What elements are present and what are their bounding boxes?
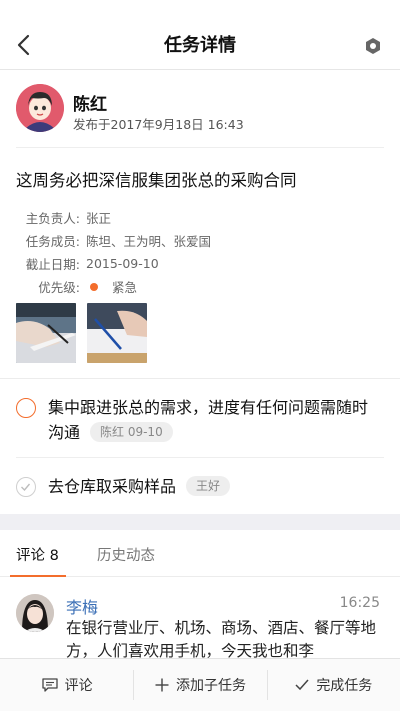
commenter-name[interactable]: 李梅 [66, 594, 98, 618]
add-subtask-button[interactable]: 添加子任务 [133, 659, 266, 711]
members-row: 任务成员: 陈坦、王为明、张爱国 [16, 229, 376, 252]
comment-text: 在银行营业厅、机场、商场、酒店、餐厅等地方，人们喜欢用手机，今天我也和李 [66, 619, 377, 660]
subtask-tag: 陈红 09-10 [90, 422, 173, 442]
active-tab-indicator [10, 575, 66, 577]
due-date-label: 截止日期: [25, 257, 80, 272]
owner-row: 主负责人: 张正 [16, 206, 376, 229]
task-title: 这周务必把深信服集团张总的采购合同 [16, 171, 297, 190]
comment-time: 16:25 [339, 595, 380, 611]
divider [16, 147, 384, 148]
comment-button-label: 评论 [64, 678, 93, 694]
top-nav-bar: 任务详情 [0, 0, 400, 70]
settings-button[interactable] [364, 37, 382, 55]
priority-value[interactable]: 紧急 [112, 277, 137, 296]
subtask-item[interactable]: 去仓库取采购样品 王好 [0, 466, 400, 506]
add-subtask-label: 添加子任务 [175, 678, 246, 694]
complete-task-button[interactable]: 完成任务 [266, 659, 400, 711]
tab-history[interactable]: 历史动态 [97, 544, 155, 565]
priority-dot-icon [90, 282, 98, 291]
comment-item: 李梅 16:25 在银行营业厅、机场、商场、酒店、餐厅等地方，人们喜欢用手机，今… [16, 590, 384, 660]
complete-task-label: 完成任务 [316, 678, 373, 694]
author-name: 陈红 [73, 95, 107, 115]
attachment-image[interactable] [87, 303, 147, 363]
publish-time: 发布于2017年9月18日 16:43 [73, 117, 244, 132]
members-label: 任务成员: [25, 234, 80, 249]
tab-comments[interactable]: 评论 8 [16, 544, 59, 565]
members-value[interactable]: 陈坦、王为明、张爱国 [86, 231, 211, 250]
bottom-action-bar: 评论 添加子任务 完成任务 [0, 658, 400, 711]
task-meta: 主负责人: 张正 任务成员: 陈坦、王为明、张爱国 截止日期: 2015-09-… [16, 206, 376, 298]
page-title: 任务详情 [164, 35, 236, 56]
divider [0, 378, 400, 379]
commenter-avatar[interactable] [16, 594, 54, 632]
subtask-item[interactable]: 集中跟进张总的需求，进度有任何问题需随时沟通 陈红 09-10 [0, 390, 400, 450]
section-separator [0, 514, 400, 530]
subtask-checkbox-icon[interactable] [16, 477, 36, 497]
comment-button[interactable]: 评论 [0, 659, 133, 711]
check-icon [294, 678, 310, 692]
subtask-tag: 王好 [186, 476, 231, 496]
priority-row: 优先级: 紧急 [16, 275, 376, 298]
comment-icon [41, 677, 59, 693]
attachment-image[interactable] [16, 303, 76, 363]
tab-bar: 评论 8 历史动态 [0, 530, 400, 577]
settings-icon [366, 38, 380, 54]
owner-label: 主负责人: [25, 211, 80, 226]
due-date-row: 截止日期: 2015-09-10 [16, 252, 376, 275]
owner-value[interactable]: 张正 [86, 208, 111, 227]
author-block: 陈红 发布于2017年9月18日 16:43 [16, 84, 384, 134]
attachments [16, 303, 147, 363]
plus-icon [154, 677, 170, 693]
priority-label: 优先级: [38, 280, 80, 295]
subtask-text: 去仓库取采购样品 [48, 477, 177, 496]
divider [16, 457, 384, 458]
author-avatar[interactable] [16, 84, 64, 132]
subtask-checkbox-icon[interactable] [16, 398, 36, 418]
due-date-value[interactable]: 2015-09-10 [86, 256, 159, 271]
